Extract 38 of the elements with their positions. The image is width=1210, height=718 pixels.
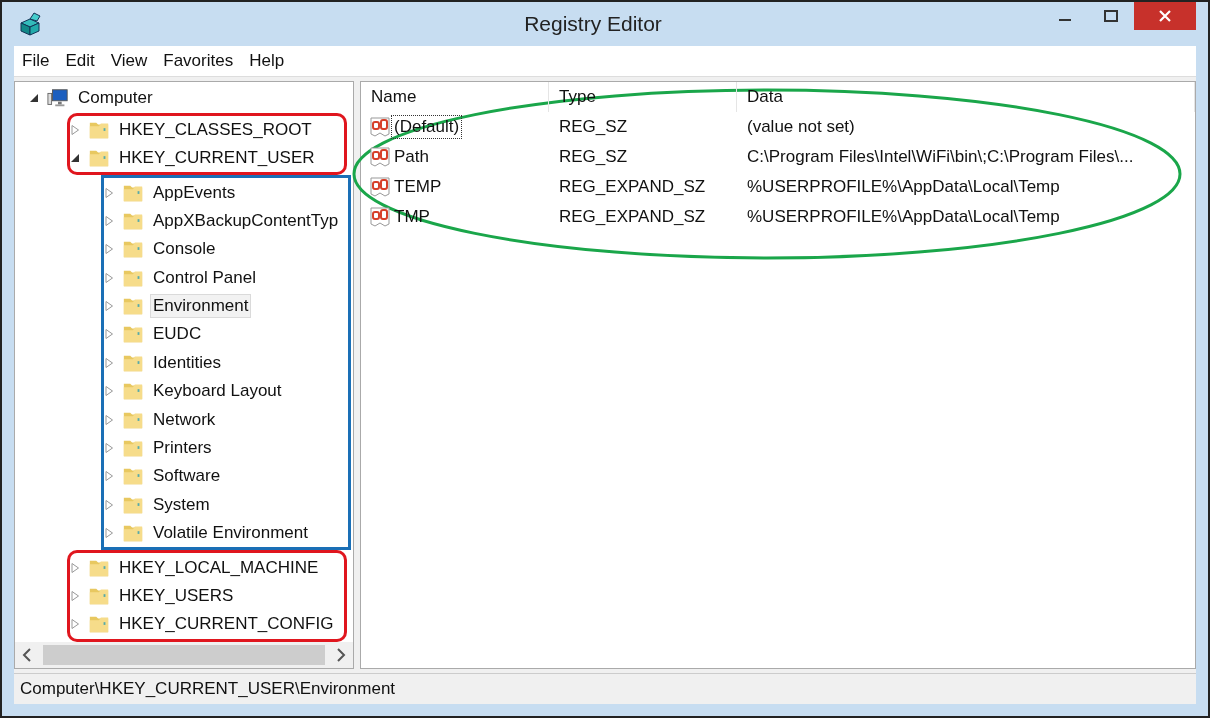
tree-item[interactable]: EUDC [150,322,205,347]
menu-item[interactable]: File [14,50,58,71]
tree-item[interactable]: HKEY_CLASSES_ROOT [116,117,315,142]
value-type: REG_EXPAND_SZ [558,207,707,228]
value-name[interactable]: Path [391,145,432,170]
status-path: Computer\HKEY_CURRENT_USER\Environment [19,678,396,699]
tree-item[interactable]: Computer [75,86,156,111]
tree-item[interactable]: Software [150,464,224,489]
tree-item[interactable]: AppXBackupContentTyp [150,208,342,233]
tree-item[interactable]: HKEY_CURRENT_USER [116,146,318,171]
value-type: REG_SZ [558,117,629,138]
tree-item[interactable]: System [150,492,213,517]
value-data: %USERPROFILE%\AppData\Local\Temp [746,207,1061,228]
column-header[interactable]: Name [361,82,549,113]
menu-item[interactable]: Help [241,50,293,71]
tree-item[interactable]: AppEvents [150,180,239,205]
value-data: C:\Program Files\Intel\WiFi\bin\;C:\Program Files\... [746,147,1135,168]
tree-item[interactable]: Printers [150,436,215,461]
tree-item[interactable]: Environment [150,294,252,319]
tree-item[interactable]: Volatile Environment [150,521,311,546]
tree-item[interactable]: HKEY_USERS [116,584,237,608]
tree-item[interactable]: HKEY_LOCAL_MACHINE [116,555,322,580]
value-data: (value not set) [746,117,856,138]
tree-item[interactable]: Network [150,407,219,432]
value-data: %USERPROFILE%\AppData\Local\Temp [746,177,1061,198]
menu-item[interactable]: Favorites [155,50,242,71]
value-name[interactable]: TEMP [391,175,445,200]
tree-item[interactable]: Console [150,237,219,262]
column-header[interactable]: Data [737,82,1195,113]
tree-item[interactable]: Control Panel [150,265,259,290]
tree-item[interactable]: Keyboard Layout [150,379,285,404]
menu-item[interactable]: View [102,50,156,71]
tree-item[interactable]: Identities [150,350,225,375]
tree-item[interactable]: HKEY_CURRENT_CONFIG [116,612,337,637]
value-type: REG_EXPAND_SZ [558,177,707,198]
value-type: REG_SZ [558,147,629,168]
menu-item[interactable]: Edit [57,50,103,71]
window-title: Registry Editor [523,11,663,36]
